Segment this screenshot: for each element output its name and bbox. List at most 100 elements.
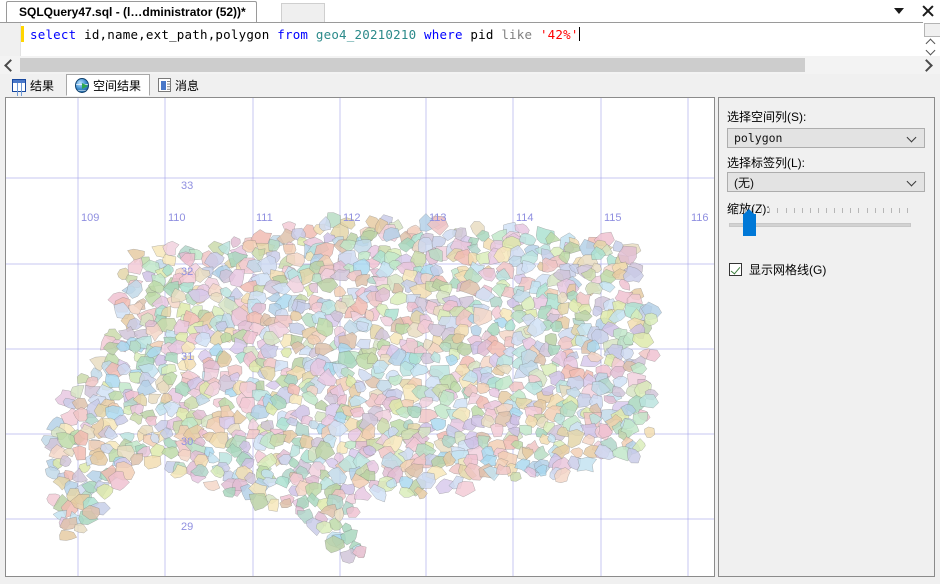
sql-editor[interactable]: select id,name,ext_path,polygon from geo… bbox=[0, 22, 940, 56]
hscroll-thumb[interactable] bbox=[20, 58, 805, 72]
map-polygon[interactable] bbox=[161, 446, 180, 460]
scroll-up-icon[interactable] bbox=[926, 38, 937, 46]
map-polygon[interactable] bbox=[288, 393, 303, 406]
label-column-select[interactable]: (无) bbox=[727, 172, 925, 192]
checkbox-box[interactable] bbox=[729, 263, 742, 276]
zoom-slider-ticks bbox=[737, 208, 908, 214]
map-polygon[interactable] bbox=[173, 319, 190, 335]
editor-vertical-scrollbar[interactable] bbox=[923, 22, 940, 56]
grid-icon bbox=[12, 78, 26, 92]
map-polygon[interactable] bbox=[644, 312, 659, 327]
map-polygon[interactable] bbox=[128, 301, 144, 315]
map-polygon[interactable] bbox=[382, 227, 401, 243]
map-y-label: 31 bbox=[181, 351, 194, 363]
close-icon[interactable] bbox=[918, 2, 936, 20]
map-polygon[interactable] bbox=[346, 506, 361, 518]
map-polygon[interactable] bbox=[260, 343, 279, 359]
chevron-down-icon[interactable] bbox=[890, 2, 908, 20]
map-polygon[interactable] bbox=[592, 305, 603, 317]
map-polygon[interactable] bbox=[145, 415, 158, 426]
map-polygon[interactable] bbox=[280, 347, 292, 359]
map-polygon[interactable] bbox=[567, 429, 585, 449]
map-polygon[interactable] bbox=[632, 332, 655, 349]
map-polygon[interactable] bbox=[455, 480, 476, 498]
scroll-right-icon[interactable] bbox=[920, 58, 934, 72]
map-polygon[interactable] bbox=[282, 244, 297, 255]
map-canvas[interactable]: 1091101111121131141151163332313029 id: 4… bbox=[5, 97, 715, 577]
scroll-left-icon[interactable] bbox=[2, 58, 16, 72]
map-viewport[interactable]: 1091101111121131141151163332313029 id: 4… bbox=[6, 98, 714, 576]
chevron-down-icon[interactable] bbox=[908, 134, 917, 143]
map-polygon[interactable] bbox=[148, 393, 162, 405]
scroll-down-icon[interactable] bbox=[926, 47, 937, 55]
editor-change-marker bbox=[21, 26, 24, 42]
map-options-panel: 选择空间列(S): polygon 选择标签列(L): (无) 缩放(Z): 显… bbox=[718, 97, 935, 577]
show-gridlines-checkbox[interactable]: 显示网格线(G) bbox=[729, 261, 826, 278]
map-polygon[interactable] bbox=[644, 426, 656, 438]
sql-query-text: select id,name,ext_path,polygon from geo… bbox=[30, 27, 580, 42]
zoom-slider[interactable] bbox=[727, 208, 913, 242]
map-polygon[interactable] bbox=[248, 493, 269, 511]
map-polygon[interactable] bbox=[259, 365, 276, 382]
map-polygon[interactable] bbox=[288, 444, 300, 458]
map-polygon[interactable] bbox=[72, 445, 87, 461]
map-polygon[interactable] bbox=[128, 340, 141, 355]
map-polygon[interactable] bbox=[488, 387, 500, 399]
map-polygon[interactable] bbox=[576, 456, 597, 473]
map-x-label: 109 bbox=[81, 212, 100, 224]
map-polygon[interactable] bbox=[470, 324, 482, 337]
chevron-down-icon[interactable] bbox=[908, 178, 917, 187]
map-polygon[interactable] bbox=[73, 523, 88, 534]
map-polygon[interactable] bbox=[269, 433, 287, 448]
map-x-label: 113 bbox=[429, 212, 447, 224]
map-x-label: 112 bbox=[343, 212, 361, 224]
editor-vscroll-thumb[interactable] bbox=[924, 23, 940, 37]
map-x-label: 111 bbox=[256, 212, 273, 224]
globe-icon bbox=[75, 77, 89, 93]
map-x-label: 114 bbox=[516, 212, 534, 224]
document-tab-ghost[interactable] bbox=[281, 3, 325, 23]
map-polygon[interactable] bbox=[581, 433, 595, 446]
map-polygon[interactable] bbox=[354, 485, 372, 501]
map-y-label: 29 bbox=[181, 521, 194, 533]
map-polygon[interactable] bbox=[632, 411, 649, 426]
map-polygon[interactable] bbox=[230, 236, 241, 248]
tab-messages[interactable]: 消息 bbox=[150, 74, 212, 96]
map-polygon[interactable] bbox=[557, 291, 568, 304]
zoom-slider-thumb[interactable] bbox=[743, 209, 756, 236]
map-polygon[interactable] bbox=[127, 257, 144, 275]
map-polygons[interactable] bbox=[6, 98, 714, 576]
editor-horizontal-scrollbar[interactable] bbox=[0, 56, 940, 75]
map-polygon[interactable] bbox=[274, 475, 290, 489]
tab-results[interactable]: 结果 bbox=[4, 74, 66, 96]
map-y-label: 33 bbox=[181, 180, 194, 192]
label-column-label: 选择标签列(L): bbox=[727, 156, 806, 170]
map-polygon[interactable] bbox=[418, 396, 434, 409]
map-polygon[interactable] bbox=[473, 306, 493, 326]
map-polygon[interactable] bbox=[379, 316, 394, 327]
map-polygon[interactable] bbox=[509, 471, 522, 482]
map-polygon[interactable] bbox=[407, 406, 422, 419]
map-polygon[interactable] bbox=[620, 347, 634, 361]
message-icon bbox=[158, 78, 171, 92]
map-polygon[interactable] bbox=[207, 451, 221, 464]
document-tab[interactable]: SQLQuery47.sql - (l…dministrator (52))* bbox=[6, 1, 257, 22]
map-polygon[interactable] bbox=[268, 238, 280, 252]
map-polygon[interactable] bbox=[143, 455, 162, 470]
zoom-slider-track[interactable] bbox=[729, 223, 911, 227]
spatial-column-select[interactable]: polygon bbox=[727, 128, 925, 148]
map-polygon[interactable] bbox=[356, 321, 370, 332]
map-polygon[interactable] bbox=[490, 423, 504, 438]
map-x-label: 115 bbox=[604, 212, 622, 224]
map-polygon[interactable] bbox=[612, 385, 626, 398]
label-column-value: (无) bbox=[734, 175, 754, 190]
map-polygon[interactable] bbox=[59, 455, 72, 468]
results-tabstrip: 结果 空间结果 消息 bbox=[0, 74, 940, 96]
tab-messages-label: 消息 bbox=[175, 78, 200, 93]
map-polygon[interactable] bbox=[541, 384, 557, 396]
map-polygon[interactable] bbox=[59, 529, 78, 541]
map-y-label: 32 bbox=[181, 266, 194, 278]
tab-spatial-results[interactable]: 空间结果 bbox=[66, 74, 150, 96]
map-polygon[interactable] bbox=[476, 382, 490, 394]
map-polygon[interactable] bbox=[202, 480, 221, 491]
